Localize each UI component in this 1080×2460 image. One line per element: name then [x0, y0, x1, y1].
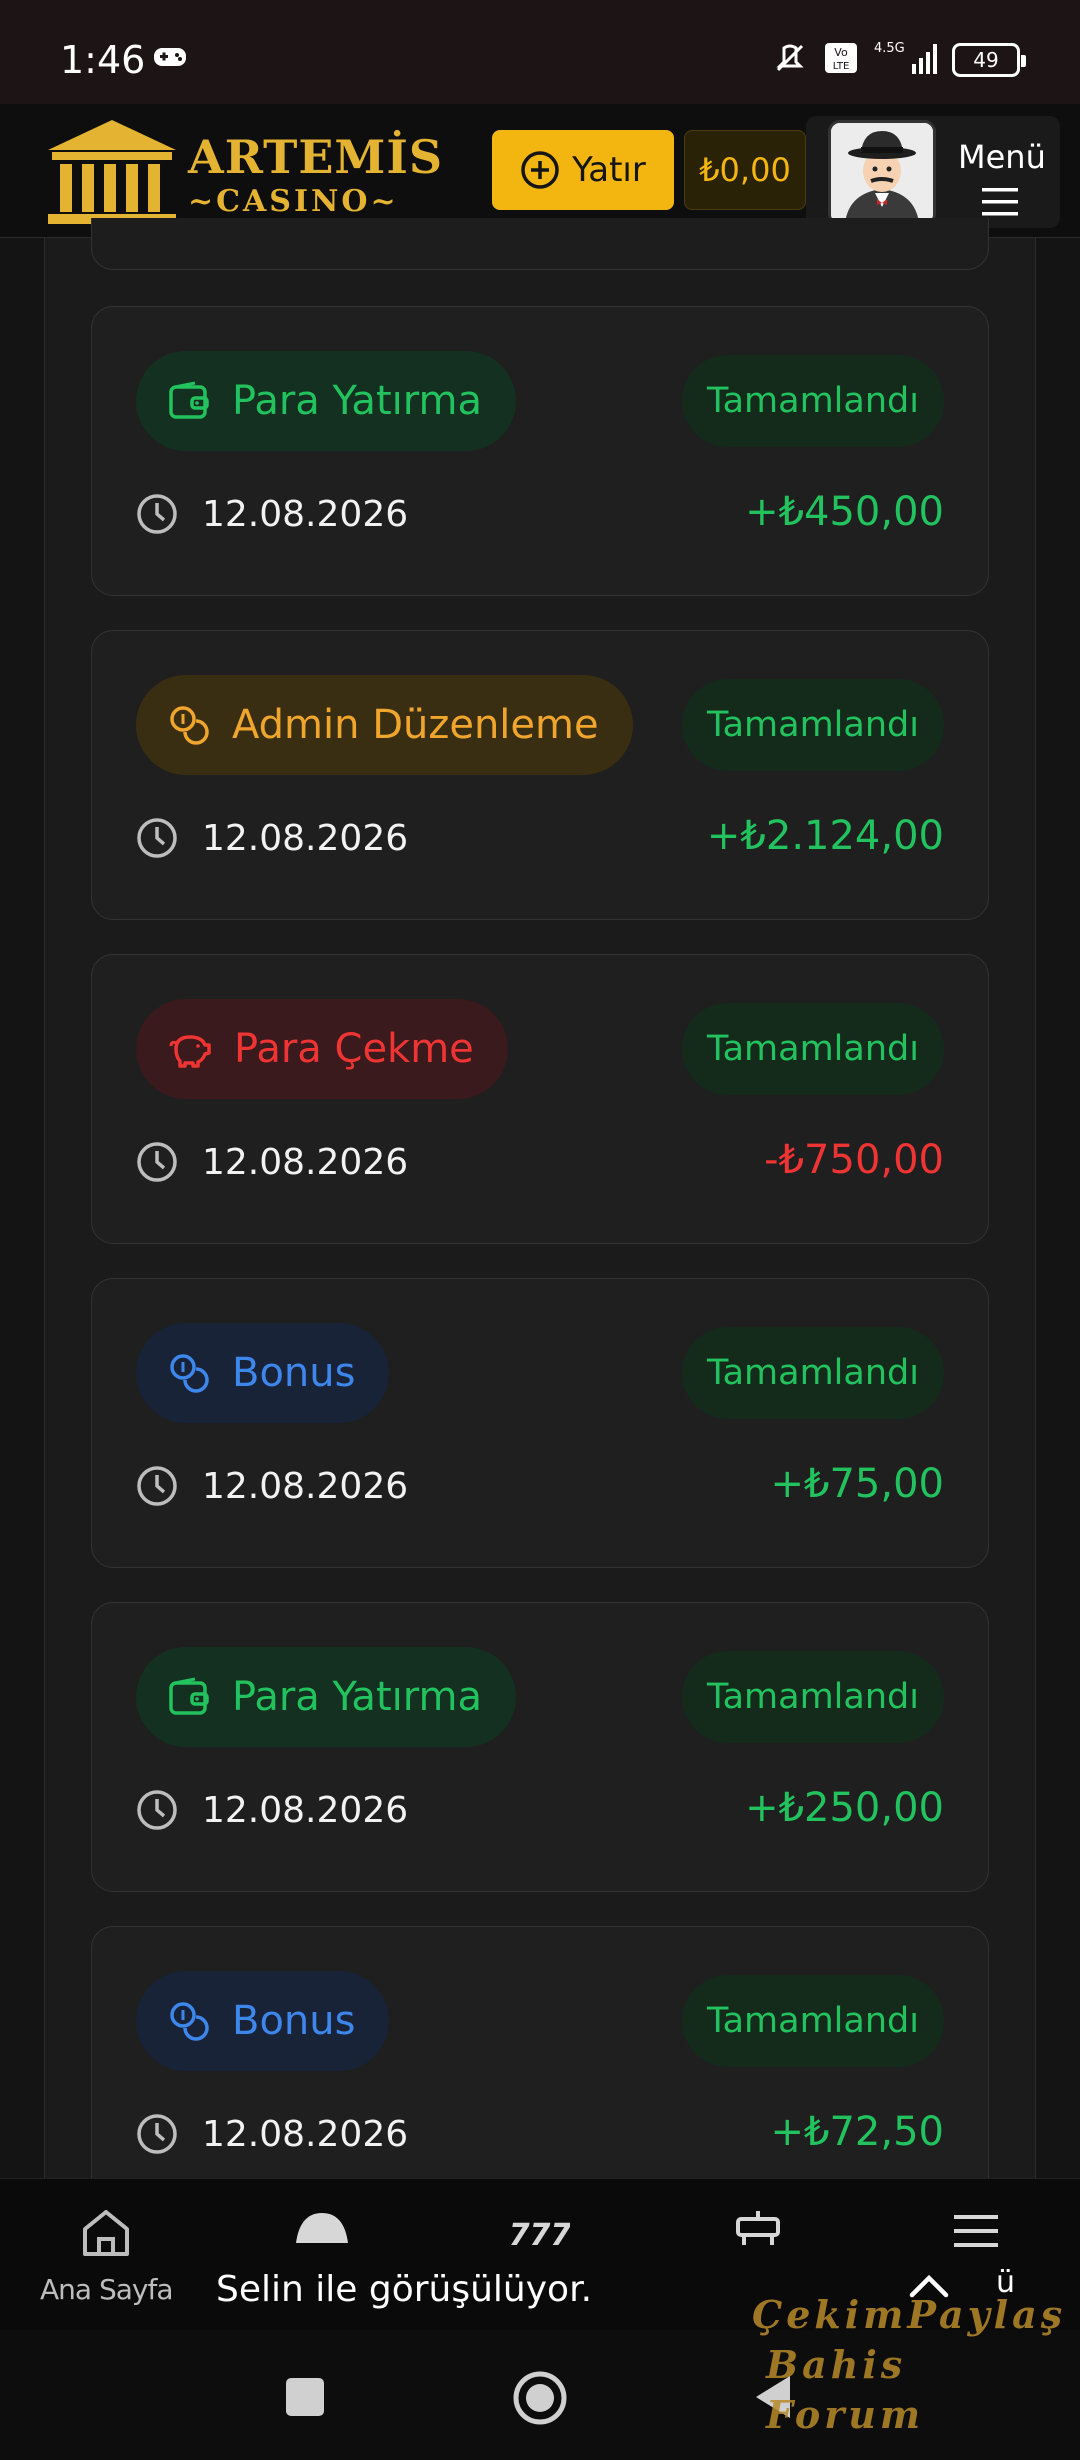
transaction-date-row: 12.08.2026	[136, 817, 408, 859]
transaction-type-badge: Bonus	[136, 1971, 390, 2071]
transaction-type-badge: Para Çekme	[136, 999, 508, 1099]
transaction-date: 12.08.2026	[202, 493, 409, 535]
clock-icon	[137, 494, 177, 534]
profile-menu[interactable]: Menü	[806, 116, 1060, 228]
menu-label: Menü	[958, 138, 1046, 176]
wallet-icon	[169, 1677, 209, 1715]
coins-icon	[170, 1354, 209, 1393]
nav-home-label: Ana Sayfa	[40, 2273, 173, 2306]
clock-icon	[137, 2114, 177, 2154]
transaction-date-row: 12.08.2026	[136, 2113, 408, 2155]
transaction-card[interactable]: Para Çekme Tamamlandı 12.08.2026 -₺750,0…	[91, 954, 989, 1244]
temple-icon	[48, 120, 176, 224]
clock-icon	[137, 1466, 177, 1506]
previous-card-edge	[91, 218, 989, 270]
clock-icon	[137, 1790, 177, 1830]
svg-text:LTE: LTE	[833, 61, 850, 72]
nav-home[interactable]: Ana Sayfa	[40, 2207, 173, 2306]
battery-icon: 49	[952, 43, 1026, 77]
transaction-card[interactable]: Admin Düzenleme Tamamlandı 12.08.2026 +₺…	[91, 630, 989, 920]
casino-chip-icon[interactable]	[292, 2209, 352, 2249]
hamburger-icon	[982, 188, 1018, 216]
transaction-type-badge: Para Yatırma	[136, 1647, 516, 1747]
transaction-amount: +₺2.124,00	[706, 813, 944, 859]
svg-text:Vo: Vo	[834, 46, 848, 59]
transaction-card[interactable]: Bonus Tamamlandı 12.08.2026 +₺75,00	[91, 1278, 989, 1568]
transaction-date-row: 12.08.2026	[136, 1789, 408, 1831]
transaction-amount: -₺750,00	[764, 1137, 944, 1183]
gamepad-icon	[152, 44, 188, 74]
status-badge: Tamamlandı	[682, 679, 944, 771]
svg-text:777: 777	[510, 2218, 570, 2249]
transaction-date-row: 12.08.2026	[136, 1465, 408, 1507]
transaction-date-row: 12.08.2026	[136, 493, 408, 535]
more-menu-icon[interactable]	[954, 2213, 998, 2253]
status-badge: Tamamlandı	[682, 1975, 944, 2067]
coins-icon	[170, 2002, 209, 2041]
clock-icon	[137, 818, 177, 858]
transaction-date: 12.08.2026	[202, 2113, 409, 2155]
clock-icon	[137, 1142, 177, 1182]
transaction-date: 12.08.2026	[202, 1789, 409, 1831]
mute-vibrate-icon	[770, 40, 810, 80]
transaction-type-label: Admin Düzenleme	[232, 702, 599, 748]
wallet-icon	[169, 381, 209, 419]
status-bar: 1:46 Vo LTE 4.5G 49	[0, 0, 1080, 104]
status-badge: Tamamlandı	[682, 355, 944, 447]
sports-icon[interactable]	[730, 2209, 786, 2253]
call-toast: Selin ile görüşülüyor.	[216, 2269, 593, 2310]
transaction-type-label: Para Yatırma	[232, 1674, 482, 1720]
deposit-label: Yatır	[572, 150, 646, 190]
logo-subtitle: ~CASINO~	[188, 184, 399, 219]
slots-777-icon[interactable]: 777	[509, 2213, 572, 2253]
transaction-type-badge: Admin Düzenleme	[136, 675, 633, 775]
page: 1:46 Vo LTE 4.5G 49 ARTEMİS ~CASINO~ Yat…	[0, 0, 1080, 2460]
balance-display[interactable]: ₺0,00	[684, 130, 806, 210]
detective-avatar-icon	[831, 123, 933, 223]
status-badge: Tamamlandı	[682, 1651, 944, 1743]
coins-icon	[170, 706, 209, 745]
watermark-line-2: Bahis Forum	[766, 2342, 925, 2437]
transaction-date: 12.08.2026	[202, 817, 409, 859]
watermark-line-1: ÇekimPaylaş	[752, 2292, 1067, 2337]
transaction-card[interactable]: Para Yatırma Tamamlandı 12.08.2026 +₺250…	[91, 1602, 989, 1892]
deposit-button[interactable]: Yatır	[492, 130, 674, 210]
transaction-date: 12.08.2026	[202, 1465, 409, 1507]
plus-circle-icon	[521, 151, 559, 189]
transaction-type-badge: Para Yatırma	[136, 351, 516, 451]
transaction-type-label: Para Çekme	[234, 1026, 474, 1072]
home-system-button[interactable]	[512, 2370, 568, 2430]
transaction-type-badge: Bonus	[136, 1323, 390, 1423]
transaction-list: Para Yatırma Tamamlandı 12.08.2026 +₺450…	[44, 218, 1036, 2216]
transaction-amount: +₺75,00	[770, 1461, 944, 1507]
avatar[interactable]	[828, 120, 936, 226]
status-indicators: Vo LTE 4.5G 49	[770, 40, 1026, 80]
signal-icon: 4.5G	[872, 40, 938, 80]
piggy-bank-icon	[169, 1035, 211, 1068]
home-icon	[83, 2210, 130, 2256]
transaction-amount: +₺72,50	[770, 2109, 944, 2155]
transaction-type-label: Bonus	[232, 1350, 356, 1396]
transaction-date: 12.08.2026	[202, 1141, 409, 1183]
volte-icon: Vo LTE	[824, 42, 858, 78]
transaction-card[interactable]: Bonus Tamamlandı 12.08.2026 +₺72,50	[91, 1926, 989, 2216]
status-time: 1:46	[60, 38, 146, 82]
network-type-label: 4.5G	[874, 41, 905, 56]
status-badge: Tamamlandı	[682, 1327, 944, 1419]
transaction-amount: +₺250,00	[745, 1785, 944, 1831]
transaction-amount: +₺450,00	[745, 489, 944, 535]
logo-name: ARTEMİS	[188, 130, 444, 184]
battery-level: 49	[973, 48, 999, 72]
circle-home-icon	[513, 2371, 567, 2425]
status-badge: Tamamlandı	[682, 1003, 944, 1095]
transaction-type-label: Para Yatırma	[232, 378, 482, 424]
forum-watermark: ÇekimPaylaş Bahis Forum	[752, 2290, 1080, 2440]
casino-logo[interactable]: ARTEMİS ~CASINO~	[42, 114, 442, 228]
transaction-type-label: Bonus	[232, 1998, 356, 2044]
recents-button[interactable]	[284, 2376, 326, 2422]
transaction-card[interactable]: Para Yatırma Tamamlandı 12.08.2026 +₺450…	[91, 306, 989, 596]
square-icon	[286, 2378, 324, 2416]
transaction-date-row: 12.08.2026	[136, 1141, 408, 1183]
